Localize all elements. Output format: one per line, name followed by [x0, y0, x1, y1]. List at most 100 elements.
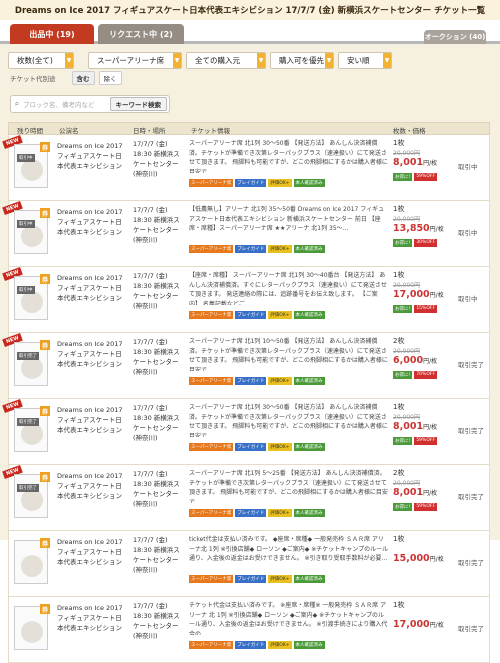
tag-playguide: プレイガイド: [235, 641, 267, 649]
tag-seat: スーパーアリーナ席: [189, 509, 234, 517]
price-value: 6,000: [393, 355, 424, 366]
tag-seat: スーパーアリーナ席: [189, 179, 234, 187]
tag-verified: 本人確認済み: [293, 443, 325, 451]
event-name[interactable]: Dreams on Ice 2017 フィギュアスケート日本代表エキシビション: [57, 603, 125, 633]
event-name[interactable]: Dreams on Ice 2017 フィギュアスケート日本代表エキシビション: [57, 471, 125, 501]
ticket-thumbnail[interactable]: 券 取引完了: [14, 340, 50, 386]
discount-badges: お得に! 59%OFF: [393, 173, 438, 181]
tag-seat: スーパーアリーナ席: [189, 377, 234, 385]
ticket-thumbnail[interactable]: 券 取引完了: [14, 472, 50, 518]
event-date-venue: 17/7/7 (金) 18:30 新横浜スケートセンター (神奈川): [133, 140, 180, 178]
ticket-info[interactable]: 【座席・席種】 スーパーアリーナ席 北1列 30〜40番台 【発送方法】 あんし…: [189, 271, 389, 305]
chevron-down-icon: ▼: [173, 53, 181, 68]
original-price: 20,000円: [393, 282, 420, 289]
table-row[interactable]: NEW 券 取引中 Dreams on Ice 2017 フィギュアスケート日本…: [2, 266, 490, 333]
original-price: 20,000円: [393, 348, 420, 355]
ticket-thumbnail[interactable]: 券: [14, 538, 50, 584]
event-name[interactable]: Dreams on Ice 2017 フィギュアスケート日本代表エキシビション: [57, 141, 125, 171]
tag-verified: 本人確認済み: [293, 575, 325, 583]
discount-badge: 59%OFF: [414, 173, 438, 181]
table-row[interactable]: 券 Dreams on Ice 2017 フィギュアスケート日本代表エキシビショ…: [8, 531, 490, 597]
ticket-info[interactable]: スーパーアリーナ席 北1列 5〜25番 【発送方法】 あんしん決済補償済。チケッ…: [189, 469, 389, 503]
ticket-thumbnail[interactable]: 券: [14, 604, 50, 650]
ticket-tags: スーパーアリーナ席 プレイガイド 評価OK+ 本人確認済み: [189, 575, 325, 583]
seat-select-label: スーパーアリーナ席: [97, 56, 165, 65]
ticket-thumbnail[interactable]: 券 取引中: [14, 274, 50, 320]
discount-badges: お得に! 59%OFF: [393, 437, 438, 445]
discount-badges: お得に! 30%OFF: [393, 239, 438, 247]
tag-playguide: プレイガイド: [235, 245, 267, 253]
ticket-icon: 券: [40, 340, 50, 350]
ticket-info[interactable]: 【低農無し】アリーナ 北1列 35〜50番 Dreams on Ice 2017…: [189, 205, 389, 239]
tag-playguide: プレイガイド: [235, 377, 267, 385]
ticket-quantity: 1枚: [393, 205, 405, 213]
tag-rating: 評価OK+: [268, 509, 292, 517]
count-select[interactable]: 枚数(全て) ▼: [8, 52, 74, 69]
tab-request[interactable]: リクエスト中 (2): [98, 24, 184, 44]
ticket-image: [21, 423, 43, 445]
tag-verified: 本人確認済み: [293, 311, 325, 319]
event-name[interactable]: Dreams on Ice 2017 フィギュアスケート日本代表エキシビション: [57, 405, 125, 435]
ticket-icon: 券: [40, 142, 50, 152]
table-row[interactable]: 券 Dreams on Ice 2017 フィギュアスケート日本代表エキシビショ…: [8, 597, 490, 663]
table-row[interactable]: NEW 券 取引完了 Dreams on Ice 2017 フィギュアスケート日…: [2, 464, 490, 531]
event-date-venue: 17/7/7 (金) 18:30 新横浜スケートセンター (神奈川): [133, 602, 180, 640]
event-name[interactable]: Dreams on Ice 2017 フィギュアスケート日本代表エキシビション: [57, 207, 125, 237]
trade-status: 取引完了: [458, 625, 484, 633]
table-row[interactable]: NEW 券 取引中 Dreams on Ice 2017 フィギュアスケート日本…: [2, 200, 490, 267]
source-select[interactable]: 全ての購入元 ▼: [186, 52, 266, 69]
ticket-tags: スーパーアリーナ席 プレイガイド 評価OK+ 本人確認済み: [189, 443, 325, 451]
ticket-thumbnail[interactable]: 券 取引中: [14, 142, 50, 188]
event-name[interactable]: Dreams on Ice 2017 フィギュアスケート日本代表エキシビション: [57, 537, 125, 567]
ticket-icon: 券: [40, 406, 50, 416]
ticket-info[interactable]: ticket代金は支払い済みです。 ◆座席・席種◆ 一般発売枠 ＳＡＲ席 アリー…: [189, 535, 389, 569]
sort-available-select[interactable]: 購入可を優先 ▼: [270, 52, 334, 69]
tag-seat: スーパーアリーナ席: [189, 575, 234, 583]
tag-seat: スーパーアリーナ席: [189, 443, 234, 451]
ticket-info[interactable]: チケット代金は支払い済みです。 ※座席・席種※ 一般発売枠 ＳＡＲ席 アリーナ …: [189, 601, 389, 635]
keyword-search-button[interactable]: キーワード検索: [109, 97, 167, 111]
ticket-list: NEW 券 取引中 Dreams on Ice 2017 フィギュアスケート日本…: [2, 134, 490, 663]
ticket-info[interactable]: スーパーアリーナ席 北1列 10〜50番 【発送方法】 あんしん決済補償済。チケ…: [189, 337, 389, 371]
table-row[interactable]: NEW 券 取引中 Dreams on Ice 2017 フィギュアスケート日本…: [2, 134, 490, 201]
original-price: 20,000円: [393, 414, 420, 421]
event-name[interactable]: Dreams on Ice 2017 フィギュアスケート日本代表エキシビション: [57, 339, 125, 369]
ticket-price: 13,850円/枚: [393, 223, 444, 234]
event-date-venue: 17/7/7 (金) 18:30 新横浜スケートセンター (神奈川): [133, 470, 180, 508]
trade-status: 取引中: [458, 229, 478, 237]
ticket-image: [21, 555, 43, 577]
table-row[interactable]: NEW 券 取引完了 Dreams on Ice 2017 フィギュアスケート日…: [2, 332, 490, 399]
tab-listing[interactable]: 出品中 (19): [10, 24, 94, 44]
ticket-info[interactable]: スーパーアリーナ席 北1列 30〜50番 【発送方法】 あんしん決済補償済。チケ…: [189, 139, 389, 173]
original-price: 20,000円: [393, 150, 420, 157]
exclude-chip[interactable]: 除く: [98, 71, 122, 85]
event-name[interactable]: Dreams on Ice 2017 フィギュアスケート日本代表エキシビション: [57, 273, 125, 303]
ticket-image: [21, 225, 43, 247]
trade-status: 取引完了: [458, 559, 484, 567]
search-input[interactable]: ブロック名、備考内など: [23, 99, 110, 109]
sort-available-label: 購入可を優先: [279, 56, 324, 65]
sort-price-select[interactable]: 安い順 ▼: [338, 52, 392, 69]
include-chip[interactable]: 含む: [71, 71, 95, 85]
deal-badge: お得に!: [393, 371, 413, 379]
count-select-label: 枚数(全て): [17, 56, 53, 65]
tab-auction[interactable]: オークション (40): [424, 30, 486, 44]
seat-select[interactable]: スーパーアリーナ席 ▼: [88, 52, 182, 69]
event-date-venue: 17/7/7 (金) 18:30 新横浜スケートセンター (神奈川): [133, 536, 180, 574]
table-row[interactable]: NEW 券 取引完了 Dreams on Ice 2017 フィギュアスケート日…: [2, 398, 490, 465]
trade-status: 取引完了: [458, 427, 484, 435]
ticket-price: 15,000円/枚: [393, 553, 444, 564]
ticket-info[interactable]: スーパーアリーナ席 北1列 30〜50番 【発送方法】 あんしん決済補償済。チケ…: [189, 403, 389, 437]
ticket-thumbnail[interactable]: 券 取引完了: [14, 406, 50, 452]
thumb-status-label: 取引中: [17, 286, 35, 294]
tag-playguide: プレイガイド: [235, 509, 267, 517]
ticket-quantity: 1枚: [393, 403, 405, 411]
discount-badge: 15%OFF: [414, 305, 438, 313]
price-unit: 円/枚: [429, 292, 444, 299]
ticket-image: [21, 621, 43, 643]
ticket-icon: 券: [40, 472, 50, 482]
tag-seat: スーパーアリーナ席: [189, 245, 234, 253]
ticket-thumbnail[interactable]: 券 取引中: [14, 208, 50, 254]
search-icon: ⌕: [14, 99, 20, 108]
event-date-venue: 17/7/7 (金) 18:30 新横浜スケートセンター (神奈川): [133, 404, 180, 442]
